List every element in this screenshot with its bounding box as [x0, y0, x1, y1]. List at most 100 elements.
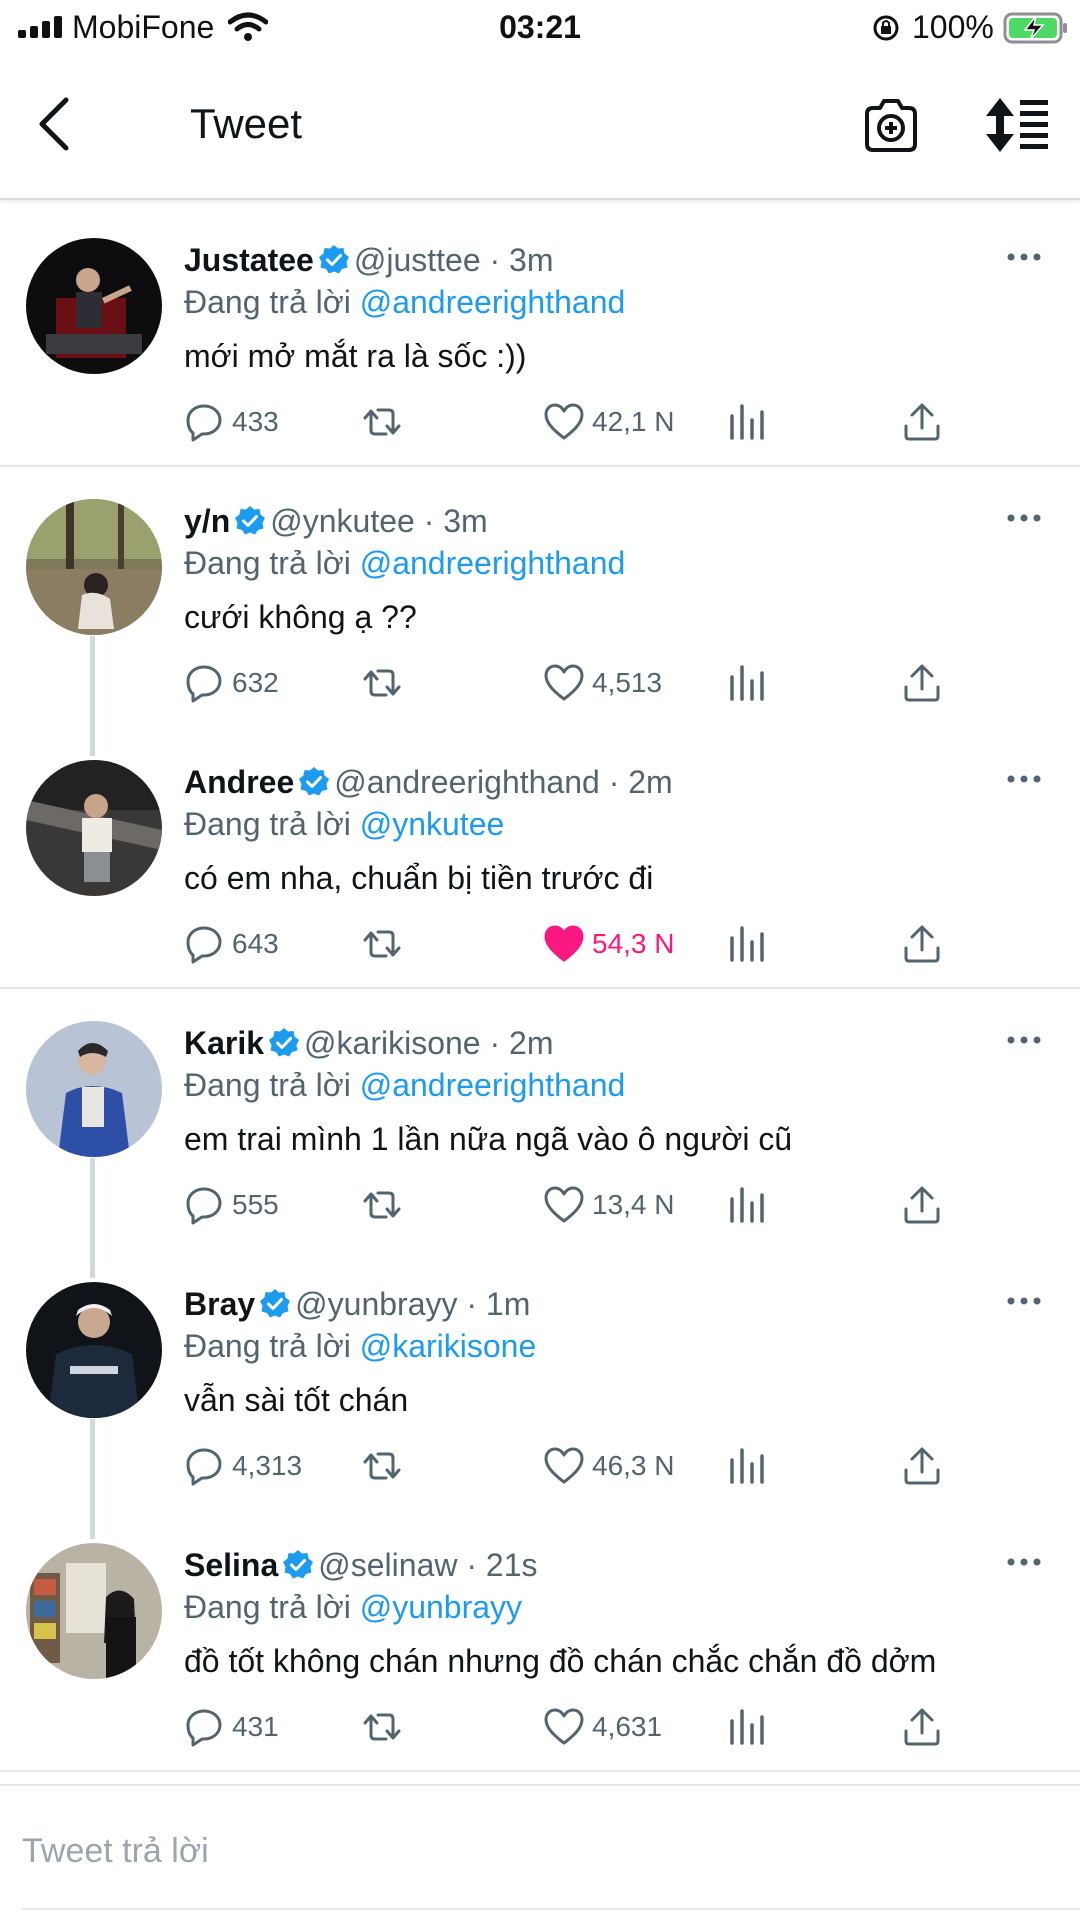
user-handle[interactable]: @andreerighthand	[334, 764, 600, 800]
share-button[interactable]	[902, 392, 942, 452]
reply-button[interactable]: 433	[184, 392, 279, 452]
tweet-analytics-button[interactable]	[726, 392, 766, 452]
tweet-analytics-button[interactable]	[726, 1697, 766, 1757]
retweet-button[interactable]	[362, 1436, 402, 1496]
reply-mention-link[interactable]: @ynkutee	[360, 806, 505, 842]
reply-mention-link[interactable]: @yunbrayy	[360, 1589, 522, 1625]
tweet-time: 3m	[509, 242, 554, 278]
add-photo-camera-icon[interactable]	[862, 94, 920, 154]
replying-to-label: Đang trả lời	[184, 545, 351, 581]
tweet-item[interactable]: Karik @karikisone · 2m Đang trả lời @and…	[0, 989, 1080, 1250]
display-name[interactable]: Justatee	[184, 242, 314, 278]
display-name[interactable]: y/n	[184, 503, 230, 539]
share-button[interactable]	[902, 1697, 942, 1757]
user-handle[interactable]: @selinaw	[318, 1547, 457, 1583]
retweet-button[interactable]	[362, 392, 402, 452]
tweet-header: Bray @yunbrayy · 1m	[184, 1284, 530, 1324]
tweet-item[interactable]: Justatee @justtee · 3m Đang trả lời @and…	[0, 206, 1080, 467]
more-options-icon[interactable]	[1006, 1555, 1042, 1569]
tweet-time: 3m	[443, 503, 488, 539]
replying-to: Đang trả lời @yunbrayy	[184, 1587, 522, 1627]
retweet-button[interactable]	[362, 914, 402, 974]
share-button[interactable]	[902, 914, 942, 974]
heart-icon	[544, 403, 584, 440]
avatar[interactable]	[26, 760, 162, 896]
share-icon	[904, 1708, 940, 1746]
reply-icon	[186, 665, 222, 703]
avatar-photo	[26, 1021, 162, 1157]
more-options-icon[interactable]	[1006, 250, 1042, 264]
more-options-icon[interactable]	[1006, 1033, 1042, 1047]
back-arrow-icon[interactable]	[28, 94, 88, 154]
tweet-text: đồ tốt không chán nhưng đồ chán chắc chắ…	[184, 1643, 937, 1679]
like-button[interactable]: 4,631	[544, 1697, 662, 1757]
separator-dot: ·	[608, 764, 620, 800]
more-options-icon[interactable]	[1006, 772, 1042, 786]
tweet-item[interactable]: y/n @ynkutee · 3m Đang trả lời @andreeri…	[0, 467, 1080, 728]
display-name[interactable]: Andree	[184, 764, 294, 800]
tweet-analytics-button[interactable]	[726, 1436, 766, 1496]
user-handle[interactable]: @yunbrayy	[295, 1286, 457, 1322]
reply-mention-link[interactable]: @andreerighthand	[360, 1067, 626, 1103]
tweet-analytics-button[interactable]	[726, 653, 766, 713]
tweet-analytics-button[interactable]	[726, 1175, 766, 1235]
avatar[interactable]	[26, 238, 162, 374]
user-handle[interactable]: @ynkutee	[270, 503, 415, 539]
share-button[interactable]	[902, 1436, 942, 1496]
reply-mention-link[interactable]: @andreerighthand	[360, 284, 626, 320]
heart-icon	[544, 664, 584, 701]
reply-mention-link[interactable]: @karikisone	[360, 1328, 537, 1364]
tweet-item[interactable]: Bray @yunbrayy · 1m Đang trả lời @kariki…	[0, 1250, 1080, 1511]
like-button[interactable]: 13,4 N	[544, 1175, 675, 1235]
reply-button[interactable]: 431	[184, 1697, 279, 1757]
retweet-button[interactable]	[362, 1697, 402, 1757]
more-options-icon[interactable]	[1006, 511, 1042, 525]
separator-dot: ·	[489, 1025, 501, 1061]
reply-count: 632	[232, 667, 279, 698]
verified-badge-icon	[299, 767, 330, 796]
like-button[interactable]: 42,1 N	[544, 392, 675, 452]
retweet-button[interactable]	[362, 653, 402, 713]
avatar-photo	[26, 760, 162, 896]
tweet-header: y/n @ynkutee · 3m	[184, 501, 488, 541]
tweet-actions: 632 4,513	[0, 653, 1080, 713]
tweet-time: 21s	[485, 1547, 538, 1583]
battery-charging-icon	[1003, 12, 1067, 44]
reply-button[interactable]: 4,313	[184, 1436, 302, 1496]
retweet-button[interactable]	[362, 1175, 402, 1235]
tweet-header: Andree @andreerighthand · 2m	[184, 762, 673, 802]
like-button[interactable]: 46,3 N	[544, 1436, 675, 1496]
reply-button[interactable]: 555	[184, 1175, 279, 1235]
tweet-text: mới mở mắt ra là sốc :))	[184, 338, 527, 374]
reply-mention-link[interactable]: @andreerighthand	[360, 545, 626, 581]
avatar[interactable]	[26, 1021, 162, 1157]
tweet-actions: 4,313 46,3 N	[0, 1436, 1080, 1496]
tweet-item[interactable]: Selina @selinaw · 21s Đang trả lời @yunb…	[0, 1511, 1080, 1772]
reply-input[interactable]	[22, 1826, 1062, 1876]
more-options-icon[interactable]	[1006, 1294, 1042, 1308]
reply-button[interactable]: 643	[184, 914, 279, 974]
display-name[interactable]: Karik	[184, 1025, 264, 1061]
avatar[interactable]	[26, 1543, 162, 1679]
sort-replies-icon[interactable]	[984, 96, 1050, 154]
reply-button[interactable]: 632	[184, 653, 279, 713]
share-button[interactable]	[902, 1175, 942, 1235]
tweet-text: em trai mình 1 lần nữa ngã vào ô người c…	[184, 1121, 793, 1157]
avatar[interactable]	[26, 1282, 162, 1418]
avatar[interactable]	[26, 499, 162, 635]
user-handle[interactable]: @karikisone	[304, 1025, 481, 1061]
user-handle[interactable]: @justtee	[354, 242, 481, 278]
reply-icon	[186, 1709, 222, 1747]
display-name[interactable]: Bray	[184, 1286, 255, 1322]
heart-icon	[544, 1708, 584, 1745]
tweet-actions: 433 42,1 N	[0, 392, 1080, 452]
like-button[interactable]: 54,3 N	[544, 914, 675, 974]
tweet-header: Justatee @justtee · 3m	[184, 240, 554, 280]
reply-icon	[186, 1187, 222, 1225]
tweet-item[interactable]: Andree @andreerighthand · 2m Đang trả lờ…	[0, 728, 1080, 989]
share-button[interactable]	[902, 653, 942, 713]
like-button[interactable]: 4,513	[544, 653, 662, 713]
tweet-analytics-button[interactable]	[726, 914, 766, 974]
reply-icon	[186, 404, 222, 442]
display-name[interactable]: Selina	[184, 1547, 278, 1583]
